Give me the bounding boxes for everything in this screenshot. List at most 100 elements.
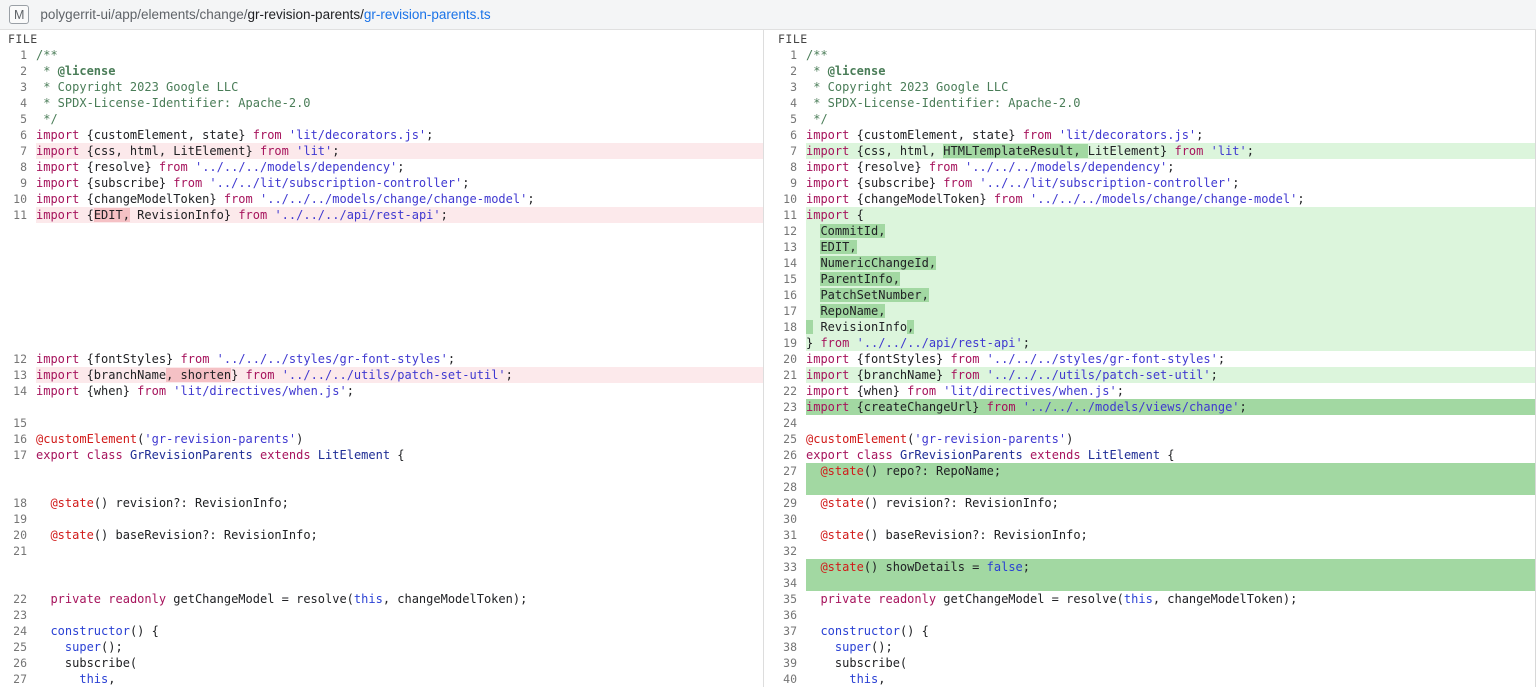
- code-text[interactable]: * @license: [806, 63, 1535, 79]
- code-text[interactable]: import {subscribe} from '../../lit/subsc…: [36, 175, 763, 191]
- line-number[interactable]: 1: [764, 47, 806, 63]
- line-number[interactable]: 18: [0, 495, 36, 511]
- code-text[interactable]: import {branchName} from '../../../utils…: [806, 367, 1535, 383]
- line-number[interactable]: 35: [764, 591, 806, 607]
- code-text[interactable]: ParentInfo,: [806, 271, 1535, 287]
- code-text[interactable]: constructor() {: [36, 623, 763, 639]
- line-number[interactable]: 5: [0, 111, 36, 127]
- file-section-button[interactable]: FILE: [0, 30, 763, 47]
- code-text[interactable]: import {css, html, HTMLTemplateResult, L…: [806, 143, 1535, 159]
- line-number[interactable]: 39: [764, 655, 806, 671]
- line-number[interactable]: 2: [764, 63, 806, 79]
- line-number[interactable]: 14: [0, 383, 36, 399]
- code-text[interactable]: import {changeModelToken} from '../../..…: [806, 191, 1535, 207]
- line-number[interactable]: 22: [764, 383, 806, 399]
- line-number[interactable]: 3: [764, 79, 806, 95]
- code-text[interactable]: @state() revision?: RevisionInfo;: [806, 495, 1535, 511]
- file-name-link[interactable]: gr-revision-parents.ts: [364, 7, 491, 22]
- code-text[interactable]: private readonly getChangeModel = resolv…: [806, 591, 1535, 607]
- line-number[interactable]: 29: [764, 495, 806, 511]
- code-text[interactable]: RevisionInfo,: [806, 319, 1535, 335]
- code-text[interactable]: [36, 415, 763, 431]
- code-text[interactable]: super();: [36, 639, 763, 655]
- code-text[interactable]: import {EDIT, RevisionInfo} from '../../…: [36, 207, 763, 223]
- line-number[interactable]: 20: [764, 351, 806, 367]
- code-text[interactable]: RepoName,: [806, 303, 1535, 319]
- code-text[interactable]: PatchSetNumber,: [806, 287, 1535, 303]
- code-text[interactable]: [806, 575, 1535, 591]
- code-text[interactable]: private readonly getChangeModel = resolv…: [36, 591, 763, 607]
- code-text[interactable]: @customElement('gr-revision-parents'): [806, 431, 1535, 447]
- line-number[interactable]: 18: [764, 319, 806, 335]
- line-number[interactable]: 16: [764, 287, 806, 303]
- line-number[interactable]: 27: [764, 463, 806, 479]
- code-text[interactable]: [36, 543, 763, 559]
- line-number[interactable]: 30: [764, 511, 806, 527]
- line-number[interactable]: 11: [764, 207, 806, 223]
- code-text[interactable]: import {fontStyles} from '../../../style…: [36, 351, 763, 367]
- line-number[interactable]: 34: [764, 575, 806, 591]
- line-number[interactable]: 40: [764, 671, 806, 687]
- line-number[interactable]: 4: [0, 95, 36, 111]
- code-text[interactable]: import {customElement, state} from 'lit/…: [36, 127, 763, 143]
- file-section-button[interactable]: FILE: [764, 30, 1535, 47]
- code-text[interactable]: import {when} from 'lit/directives/when.…: [36, 383, 763, 399]
- code-text[interactable]: [806, 479, 1535, 495]
- code-text[interactable]: [806, 607, 1535, 623]
- line-number[interactable]: 11: [0, 207, 36, 223]
- line-number[interactable]: 15: [0, 415, 36, 431]
- code-text[interactable]: export class GrRevisionParents extends L…: [806, 447, 1535, 463]
- line-number[interactable]: 8: [0, 159, 36, 175]
- line-number[interactable]: 26: [764, 447, 806, 463]
- line-number[interactable]: 27: [0, 671, 36, 687]
- line-number[interactable]: 13: [0, 367, 36, 383]
- line-number[interactable]: 12: [764, 223, 806, 239]
- line-number[interactable]: 4: [764, 95, 806, 111]
- line-number[interactable]: 9: [0, 175, 36, 191]
- line-number[interactable]: 20: [0, 527, 36, 543]
- code-text[interactable]: [36, 607, 763, 623]
- code-text[interactable]: /**: [36, 47, 763, 63]
- line-number[interactable]: 32: [764, 543, 806, 559]
- code-text[interactable]: @state() repo?: RepoName;: [806, 463, 1535, 479]
- code-text[interactable]: CommitId,: [806, 223, 1535, 239]
- line-number[interactable]: 15: [764, 271, 806, 287]
- line-number[interactable]: 19: [0, 511, 36, 527]
- line-number[interactable]: 37: [764, 623, 806, 639]
- code-text[interactable]: export class GrRevisionParents extends L…: [36, 447, 763, 463]
- line-number[interactable]: 6: [764, 127, 806, 143]
- code-text[interactable]: @state() showDetails = false;: [806, 559, 1535, 575]
- code-text[interactable]: */: [36, 111, 763, 127]
- line-number[interactable]: 1: [0, 47, 36, 63]
- line-number[interactable]: 14: [764, 255, 806, 271]
- line-number[interactable]: 7: [764, 143, 806, 159]
- code-text[interactable]: import {customElement, state} from 'lit/…: [806, 127, 1535, 143]
- code-text[interactable]: * Copyright 2023 Google LLC: [806, 79, 1535, 95]
- line-number[interactable]: 28: [764, 479, 806, 495]
- line-number[interactable]: 36: [764, 607, 806, 623]
- line-number[interactable]: 31: [764, 527, 806, 543]
- code-text[interactable]: [36, 511, 763, 527]
- code-text[interactable]: import {createChangeUrl} from '../../../…: [806, 399, 1535, 415]
- code-text[interactable]: constructor() {: [806, 623, 1535, 639]
- code-text[interactable]: * SPDX-License-Identifier: Apache-2.0: [36, 95, 763, 111]
- code-text[interactable]: this,: [806, 671, 1535, 687]
- line-number[interactable]: 6: [0, 127, 36, 143]
- code-text[interactable]: */: [806, 111, 1535, 127]
- code-text[interactable]: super();: [806, 639, 1535, 655]
- line-number[interactable]: 24: [0, 623, 36, 639]
- code-text[interactable]: @state() baseRevision?: RevisionInfo;: [806, 527, 1535, 543]
- code-text[interactable]: [806, 543, 1535, 559]
- code-text[interactable]: @customElement('gr-revision-parents'): [36, 431, 763, 447]
- line-number[interactable]: 25: [0, 639, 36, 655]
- code-text[interactable]: * @license: [36, 63, 763, 79]
- code-text[interactable]: NumericChangeId,: [806, 255, 1535, 271]
- code-text[interactable]: import {resolve} from '../../../models/d…: [806, 159, 1535, 175]
- line-number[interactable]: 21: [764, 367, 806, 383]
- code-text[interactable]: import {: [806, 207, 1535, 223]
- line-number[interactable]: 2: [0, 63, 36, 79]
- line-number[interactable]: 23: [0, 607, 36, 623]
- code-text[interactable]: import {resolve} from '../../../models/d…: [36, 159, 763, 175]
- line-number[interactable]: 10: [764, 191, 806, 207]
- code-text[interactable]: subscribe(: [36, 655, 763, 671]
